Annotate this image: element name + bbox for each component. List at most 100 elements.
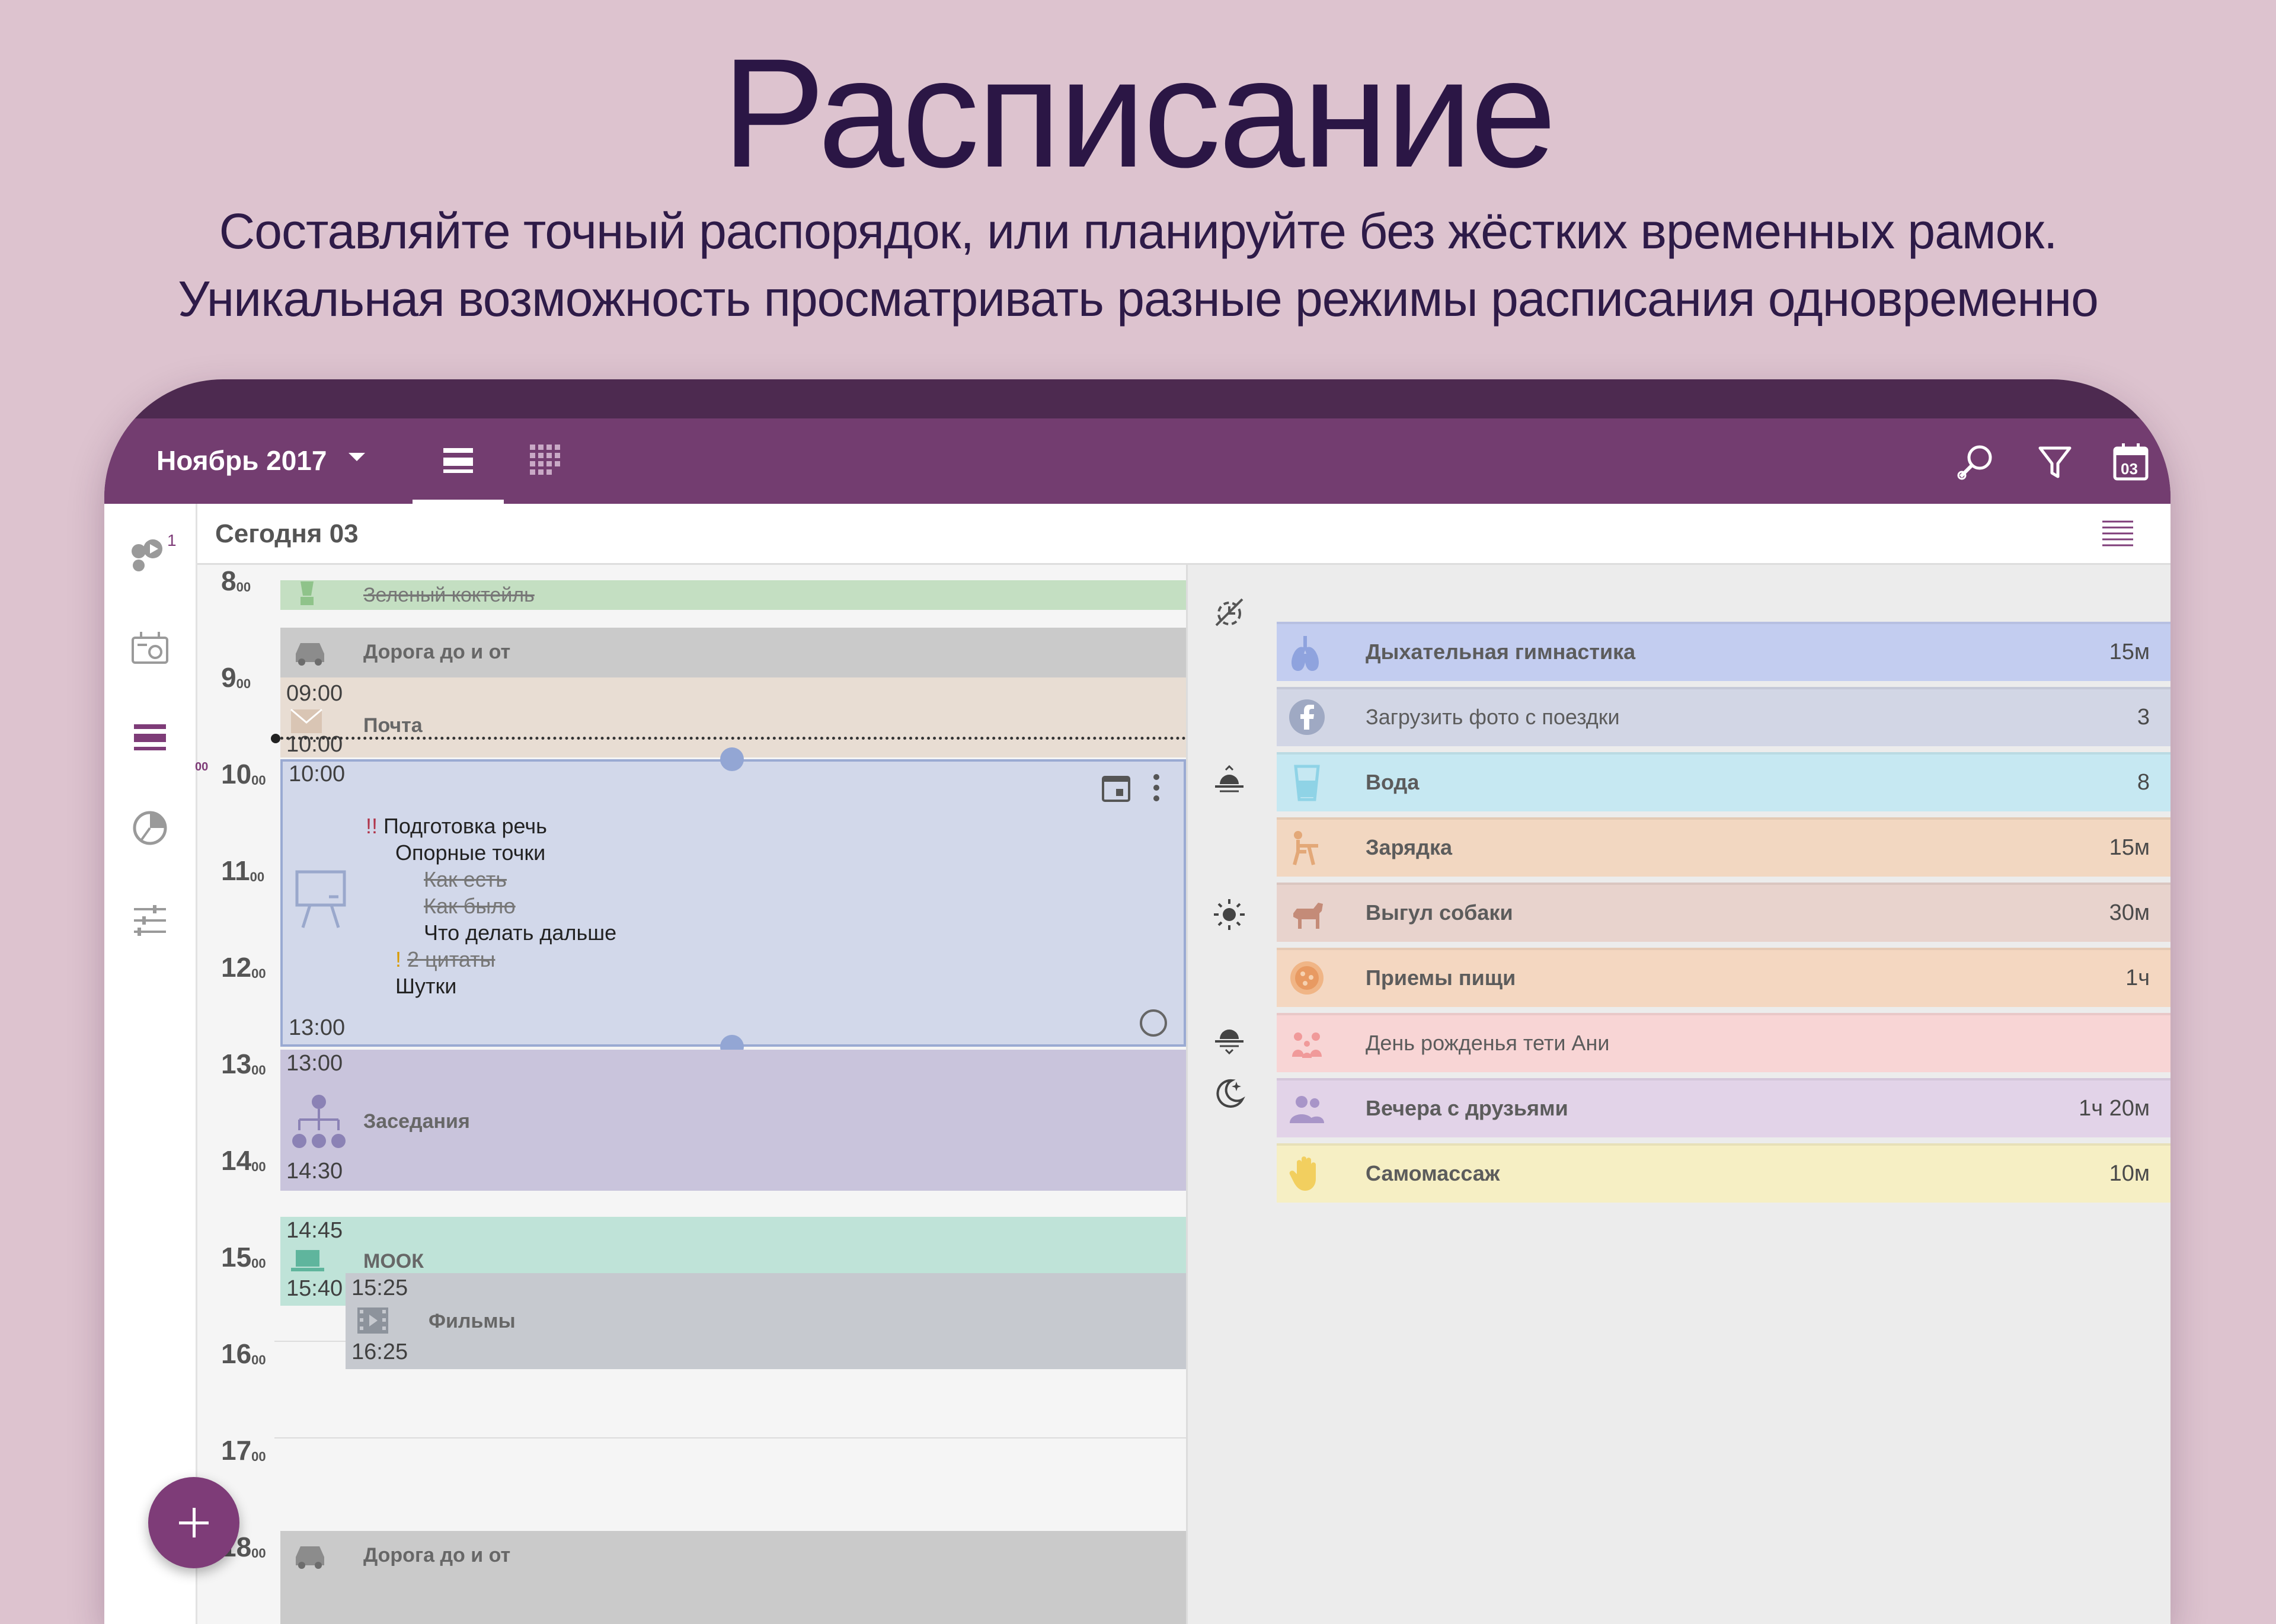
event-title: Заседания — [363, 1110, 470, 1133]
task-name: Загрузить фото с поездки — [1366, 705, 1620, 729]
task-name: Приемы пищи — [1366, 966, 1516, 990]
laptop-icon — [291, 1250, 324, 1271]
water-glass-icon — [1294, 765, 1320, 801]
org-chart-icon — [292, 1095, 346, 1148]
task-duration: 15м — [2109, 640, 2150, 664]
day-label[interactable]: Сегодня 03 — [215, 519, 359, 549]
note-line-done: Как есть — [424, 867, 507, 891]
task-item[interactable]: Приемы пищи 1ч — [1277, 948, 2170, 1007]
task-duration: 15м — [2109, 835, 2150, 860]
event-road[interactable]: Дорога до и от — [280, 628, 1186, 677]
event-start-time: 14:45 — [286, 1218, 343, 1243]
task-name: Самомассаж — [1366, 1161, 1500, 1185]
filter-icon[interactable] — [2034, 441, 2076, 482]
task-item[interactable]: Загрузить фото с поездки 3 — [1277, 687, 2170, 746]
task-item[interactable]: Зарядка 15м — [1277, 817, 2170, 877]
task-item[interactable]: Вода 8 — [1277, 752, 2170, 811]
dog-icon — [1293, 903, 1323, 929]
headline-subtitle-2: Уникальная возможность просматривать раз… — [178, 271, 2099, 327]
event-start-time: 15:25 — [351, 1275, 408, 1300]
app-bar: Ноябрь 2017 03 — [104, 418, 2170, 504]
task-duration: 30м — [2109, 900, 2150, 925]
current-time-marker: 00 — [195, 760, 209, 773]
sidebar-item-schedule[interactable] — [129, 717, 171, 759]
task-duration: 10м — [2109, 1161, 2150, 1186]
event-start-time: 13:00 — [286, 1051, 343, 1076]
compact-list-icon[interactable] — [2100, 516, 2136, 551]
event-road[interactable]: Дорога до и от — [280, 1531, 1186, 1624]
task-name: Зарядка — [1366, 835, 1452, 859]
timeline[interactable]: 800 900 1000 1100 1200 1300 1400 1500 16… — [195, 565, 1186, 1624]
add-button[interactable] — [148, 1477, 239, 1568]
calendar-event-icon[interactable] — [1099, 771, 1133, 804]
task-name: Дыхательная гимнастика — [1366, 640, 1636, 664]
task-item[interactable]: Вечера с друзьями 1ч 20м — [1277, 1078, 2170, 1137]
current-time-line — [274, 737, 1186, 740]
month-selector[interactable]: Ноябрь 2017 — [156, 445, 327, 477]
note-line: !! Подготовка речь — [366, 814, 547, 838]
active-tab-indicator — [413, 500, 504, 504]
tab-grid-view[interactable] — [507, 418, 584, 504]
sidebar-item-stats[interactable] — [129, 807, 171, 849]
task-item[interactable]: День рожденья тети Ани — [1277, 1013, 2170, 1072]
event-title: Фильмы — [429, 1310, 516, 1332]
sidebar-item-settings[interactable] — [129, 900, 171, 941]
sunrise-icon[interactable] — [1211, 764, 1247, 800]
task-item[interactable]: Дыхательная гимнастика 15м — [1277, 622, 2170, 681]
sun-icon[interactable] — [1211, 897, 1247, 932]
calendar-day-number: 03 — [2121, 460, 2138, 478]
car-icon — [296, 643, 324, 666]
headline-subtitle-1: Составляйте точный распорядок, или плани… — [219, 203, 2058, 259]
task-duration: 3 — [2137, 705, 2150, 730]
task-item[interactable]: Выгул собаки 30м — [1277, 883, 2170, 942]
search-icon[interactable] — [1955, 441, 1996, 482]
task-name: Вода — [1366, 770, 1420, 794]
mail-icon — [290, 708, 322, 733]
resize-handle-top[interactable] — [720, 747, 744, 771]
task-duration: 1ч — [2125, 966, 2150, 990]
event-title: Дорога до и от — [363, 1544, 511, 1567]
event-end-time: 15:40 — [286, 1276, 343, 1301]
task-name: Выгул собаки — [1366, 900, 1513, 925]
day-header: Сегодня 03 — [197, 504, 2170, 565]
task-name: Вечера с друзьями — [1366, 1096, 1568, 1120]
sunset-icon[interactable] — [1211, 1021, 1247, 1057]
tab-list-view[interactable] — [413, 418, 504, 504]
event-end-time: 10:00 — [286, 732, 343, 757]
hand-icon — [1289, 1156, 1316, 1191]
event-title: Зеленый коктейль — [363, 584, 535, 606]
sidebar: 1 — [104, 504, 197, 1624]
friends-icon — [1290, 1096, 1324, 1123]
note-line: Что делать дальше — [424, 920, 617, 945]
event-smoothie[interactable]: Зеленый коктейль — [280, 580, 1186, 610]
sidebar-item-projects[interactable]: 1 — [129, 531, 177, 575]
blender-icon — [301, 581, 314, 605]
note-line: Шутки — [395, 974, 457, 998]
lungs-icon — [1292, 636, 1319, 672]
more-vert-icon[interactable] — [1149, 771, 1163, 804]
unscheduled-panel: Дыхательная гимнастика 15м Загрузить фото … — [1186, 565, 2170, 1624]
presentation-board-icon — [295, 870, 346, 928]
complete-checkbox[interactable] — [1140, 1009, 1167, 1037]
event-films[interactable]: 15:25 Фильмы 16:25 — [346, 1273, 1186, 1369]
hour-label: 1600 — [221, 1338, 266, 1369]
sidebar-item-radio[interactable] — [129, 627, 171, 669]
dropdown-caret-icon[interactable] — [349, 453, 365, 461]
event-end-time: 13:00 — [289, 1015, 346, 1040]
no-time-icon[interactable] — [1211, 594, 1247, 630]
list-view-icon — [443, 448, 473, 473]
calendar-today-button[interactable]: 03 — [2110, 441, 2152, 482]
task-item[interactable]: Самомассаж 10м — [1277, 1143, 2170, 1203]
facebook-icon — [1289, 699, 1325, 735]
event-title: Дорога до и от — [363, 641, 511, 663]
hour-gridline — [274, 1437, 1186, 1438]
event-mail[interactable]: 09:00 Почта 10:00 — [280, 677, 1186, 757]
task-duration: 1ч 20м — [2079, 1096, 2150, 1121]
task-name: День рожденья тети Ани — [1366, 1031, 1610, 1055]
moon-icon[interactable] — [1211, 1076, 1247, 1111]
event-meetings[interactable]: 13:00 Заседания 14:30 — [280, 1050, 1186, 1191]
event-speech[interactable]: 10:00 !! Подготовка речь Опорные точки К… — [280, 759, 1186, 1047]
exercise-icon — [1293, 831, 1318, 865]
grid-view-icon — [530, 445, 560, 475]
event-title: МООК — [363, 1250, 424, 1273]
